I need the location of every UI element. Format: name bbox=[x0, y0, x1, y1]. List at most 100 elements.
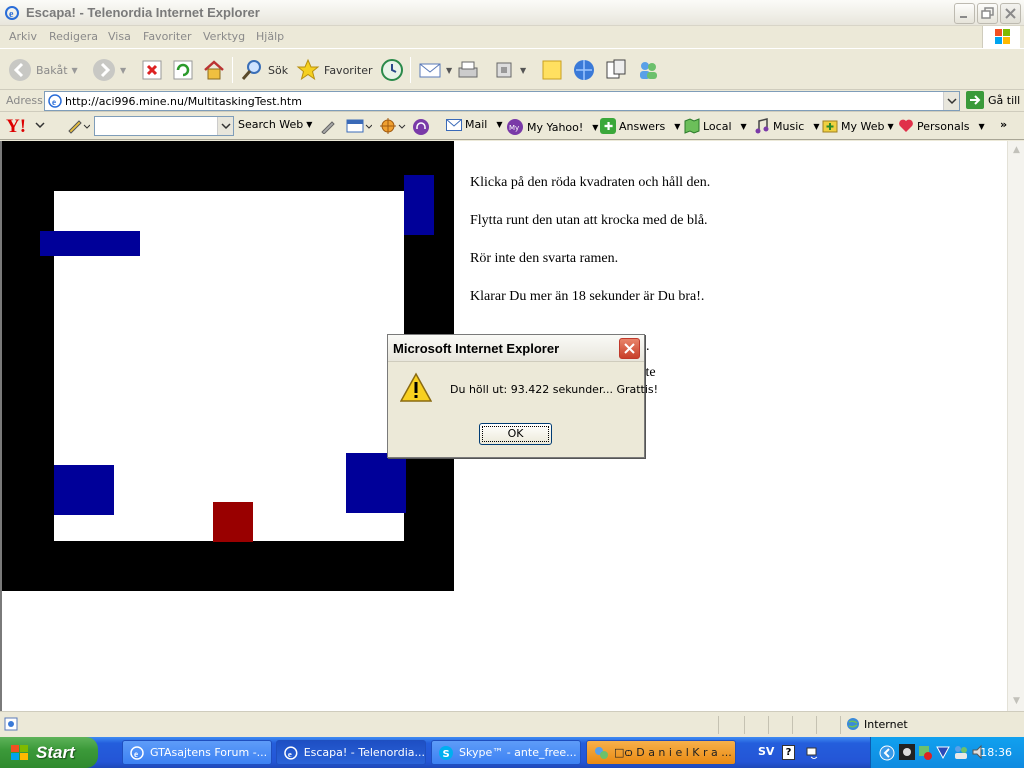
audio-button[interactable] bbox=[412, 118, 430, 136]
instruction-line: Rör inte den svarta ramen. bbox=[470, 251, 619, 266]
home-button[interactable] bbox=[202, 56, 226, 84]
network-icon[interactable] bbox=[917, 744, 933, 760]
help-icon[interactable]: ? bbox=[782, 745, 795, 760]
close-button[interactable] bbox=[1000, 3, 1021, 24]
answers-link[interactable]: ✚ Answers ▼ bbox=[600, 118, 680, 134]
myweb-link[interactable]: My Web ▼ bbox=[822, 118, 894, 134]
myweb-label: My Web bbox=[841, 119, 885, 133]
ok-button[interactable]: OK bbox=[479, 423, 552, 445]
scroll-up-icon[interactable]: ▲ bbox=[1009, 143, 1024, 158]
red-square[interactable] bbox=[213, 502, 253, 542]
crosshair-button[interactable] bbox=[380, 118, 406, 134]
edit-button[interactable]: ▼ bbox=[492, 56, 526, 84]
dialog-title: Microsoft Internet Explorer bbox=[393, 341, 560, 356]
yahoo-toolbar: Y! Search Web ▼ Mail ▼ My My Yahoo! ▼ ✚ … bbox=[0, 112, 1024, 140]
antivirus-icon[interactable] bbox=[935, 744, 951, 760]
instructions: Klicka på den röda kvadraten och håll de… bbox=[470, 175, 710, 327]
research-icon bbox=[606, 59, 626, 79]
taskbar-item-escapa[interactable]: e Escapa! - Telenordia... bbox=[276, 740, 426, 765]
svg-text:e: e bbox=[288, 748, 292, 758]
local-map-icon bbox=[684, 118, 700, 134]
search-button[interactable]: Sök bbox=[240, 56, 288, 84]
yahoo-search-input[interactable] bbox=[94, 116, 234, 136]
status-cell bbox=[816, 716, 817, 734]
menu-visa[interactable]: Visa bbox=[108, 30, 131, 43]
note-button[interactable] bbox=[540, 56, 564, 84]
steam-icon[interactable] bbox=[899, 744, 915, 760]
menu-hjalp[interactable]: Hjälp bbox=[256, 30, 284, 43]
ie-icon: e bbox=[130, 745, 144, 760]
people-icon[interactable] bbox=[953, 744, 969, 760]
highlight-button[interactable] bbox=[66, 118, 90, 134]
favorites-button[interactable]: Favoriter bbox=[296, 56, 372, 84]
address-dropdown-button[interactable] bbox=[943, 92, 959, 110]
music-link[interactable]: Music ▼ bbox=[754, 118, 819, 134]
history-button[interactable] bbox=[380, 56, 404, 84]
home-icon bbox=[204, 60, 224, 80]
edit-icon bbox=[496, 62, 512, 78]
mail-link[interactable]: Mail ▼ bbox=[446, 118, 503, 131]
search-icon bbox=[241, 60, 261, 80]
svg-text:Y!: Y! bbox=[6, 116, 26, 135]
local-label: Local bbox=[703, 119, 732, 133]
yahoo-logo-button[interactable]: Y! bbox=[6, 115, 46, 135]
mail-dropdown-icon[interactable]: ▼ bbox=[446, 66, 452, 75]
input-options-icon[interactable] bbox=[806, 745, 820, 760]
back-button[interactable]: Bakåt ▼ bbox=[8, 56, 78, 84]
music-icon bbox=[755, 118, 769, 134]
search-web-button[interactable]: Search Web ▼ bbox=[238, 118, 312, 131]
stop-button[interactable] bbox=[140, 56, 164, 84]
address-input[interactable]: e http://aci996.mine.nu/MultitaskingTest… bbox=[44, 91, 960, 111]
mail-button[interactable]: ▼ bbox=[418, 56, 452, 84]
answers-label: Answers bbox=[619, 119, 666, 133]
myyahoo-link[interactable]: My My Yahoo! ▼ bbox=[506, 118, 598, 136]
research-button[interactable] bbox=[604, 56, 628, 84]
blue-block bbox=[404, 175, 434, 235]
personals-link[interactable]: Personals ▼ bbox=[898, 118, 985, 134]
back-dropdown-icon[interactable]: ▼ bbox=[72, 66, 78, 75]
highlighter-button[interactable] bbox=[320, 118, 336, 134]
start-button[interactable]: Start bbox=[0, 737, 98, 768]
go-button[interactable]: Gå till bbox=[966, 91, 1020, 109]
address-label: Adress bbox=[6, 94, 43, 107]
chevron-down-icon: ▼ bbox=[978, 121, 985, 131]
language-indicator[interactable]: SV bbox=[758, 745, 774, 758]
mail-icon bbox=[419, 63, 441, 78]
blue-block bbox=[54, 465, 114, 515]
forward-button[interactable]: ▼ bbox=[92, 56, 126, 84]
double-chevron-icon: » bbox=[1000, 118, 1008, 131]
maximize-button[interactable] bbox=[977, 3, 998, 24]
menu-verktyg[interactable]: Verktyg bbox=[203, 30, 245, 43]
svg-text:e: e bbox=[9, 9, 14, 20]
status-bar: Internet bbox=[0, 711, 1024, 737]
edit-dropdown-icon[interactable]: ▼ bbox=[520, 66, 526, 75]
taskbar-item-chat[interactable]: □ѻ D a n i e l K r a ... bbox=[586, 740, 736, 765]
minimize-button[interactable] bbox=[954, 3, 975, 24]
print-button[interactable] bbox=[456, 56, 480, 84]
local-link[interactable]: Local ▼ bbox=[684, 118, 747, 134]
taskbar-item-gtasajten[interactable]: e GTAsajtens Forum -... bbox=[122, 740, 272, 765]
messenger-web-button[interactable] bbox=[572, 56, 596, 84]
refresh-button[interactable] bbox=[171, 56, 195, 84]
vertical-scrollbar[interactable]: ▲ ▼ bbox=[1007, 141, 1024, 711]
taskbar-item-skype[interactable]: S Skype™ - ante_free... bbox=[431, 740, 581, 765]
forward-dropdown-icon[interactable]: ▼ bbox=[120, 66, 126, 75]
dialog-close-button[interactable] bbox=[619, 338, 640, 359]
status-cell bbox=[792, 716, 793, 734]
menu-arkiv[interactable]: Arkiv bbox=[9, 30, 37, 43]
layout-button[interactable] bbox=[346, 118, 372, 134]
myweb-icon bbox=[822, 120, 838, 133]
messenger-button[interactable] bbox=[636, 56, 660, 84]
scroll-down-icon[interactable]: ▼ bbox=[1009, 694, 1024, 709]
clock[interactable]: 18:36 bbox=[980, 746, 1012, 759]
search-dropdown-button[interactable] bbox=[217, 117, 233, 135]
mail-label: Mail bbox=[465, 118, 488, 131]
tray-arrow-icon[interactable] bbox=[879, 745, 895, 761]
title-bar: e Escapa! - Telenordia Internet Explorer bbox=[0, 0, 1024, 26]
menu-favoriter[interactable]: Favoriter bbox=[143, 30, 191, 43]
back-arrow-icon bbox=[9, 59, 31, 81]
more-chevron-button[interactable]: » bbox=[1000, 118, 1007, 131]
menu-redigera[interactable]: Redigera bbox=[49, 30, 98, 43]
personals-label: Personals bbox=[917, 119, 970, 133]
windows-flag-icon bbox=[11, 744, 28, 760]
